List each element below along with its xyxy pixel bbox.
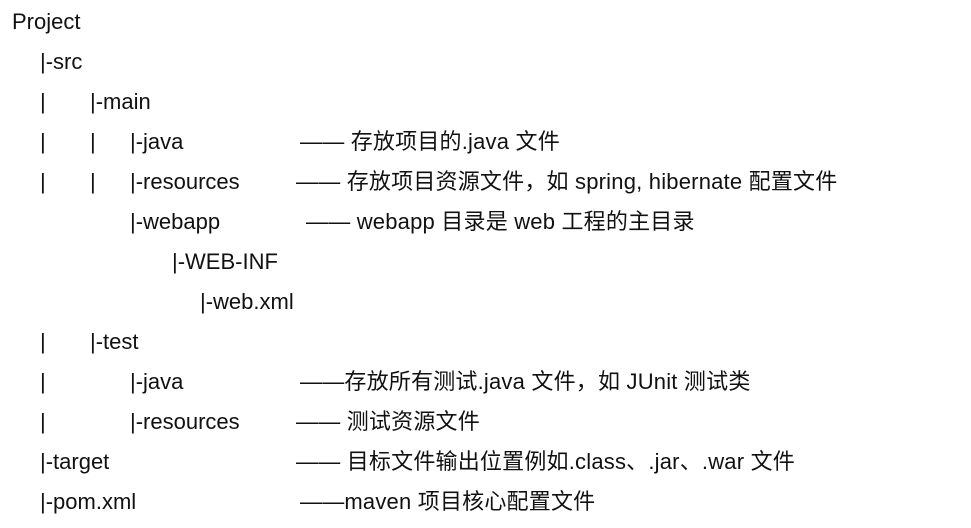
tree-row: | | |-resources —— 存放项目资源文件，如 spring, hiber… <box>0 162 971 202</box>
tree-branch-line: | <box>90 169 96 194</box>
tree-row: | | |-java —— 存放项目的.java 文件 <box>0 122 971 162</box>
tree-branch-line: | <box>40 129 46 154</box>
tree-node-label: |-pom.xml <box>40 489 137 514</box>
tree-row: | |-resources —— 测试资源文件 <box>0 402 971 442</box>
tree-row: | |-java ——存放所有测试.java 文件，如 JUnit 测试类 <box>0 362 971 402</box>
tree-row: |-web.xml <box>0 282 971 322</box>
tree-node-label: |-java <box>130 129 184 154</box>
tree-node-description: —— 存放项目资源文件，如 spring, hibernate 配置文件 <box>296 169 838 194</box>
tree-node-label: |-target <box>40 449 110 474</box>
tree-node-label: |-WEB-INF <box>172 249 278 274</box>
tree-row: | |-main <box>0 82 971 122</box>
tree-node-label: |-test <box>90 329 139 354</box>
tree-branch-line: | <box>90 129 96 154</box>
tree-node-label: |-src <box>40 49 83 74</box>
tree-node-label: |-resources <box>130 409 240 434</box>
tree-root-label: Project <box>12 9 81 34</box>
tree-node-description: ——存放所有测试.java 文件，如 JUnit 测试类 <box>300 369 751 394</box>
tree-row: | |-test <box>0 322 971 362</box>
tree-row: |-webapp —— webapp 目录是 web 工程的主目录 <box>0 202 971 242</box>
project-directory-tree: Project |-src | |-main | | |-java —— 存放项目的.java… <box>0 0 971 528</box>
tree-branch-line: | <box>40 169 46 194</box>
tree-branch-line: | <box>40 369 46 394</box>
tree-row: |-WEB-INF <box>0 242 971 282</box>
tree-node-description: —— webapp 目录是 web 工程的主目录 <box>306 209 695 234</box>
tree-node-label: |-resources <box>130 169 240 194</box>
tree-row: |-target —— 目标文件输出位置例如.class、.jar、.war 文件 <box>0 442 971 482</box>
tree-row: |-src <box>0 42 971 82</box>
tree-node-description: ——maven 项目核心配置文件 <box>300 489 596 514</box>
tree-node-description: —— 测试资源文件 <box>296 409 480 434</box>
tree-node-description: —— 存放项目的.java 文件 <box>300 129 560 154</box>
tree-node-label: |-webapp <box>130 209 221 234</box>
tree-node-label: |-java <box>130 369 184 394</box>
tree-branch-line: | <box>40 329 46 354</box>
tree-node-label: |-main <box>90 89 151 114</box>
tree-node-label: |-web.xml <box>200 289 294 314</box>
tree-node-description: —— 目标文件输出位置例如.class、.jar、.war 文件 <box>296 449 795 474</box>
tree-branch-line: | <box>40 409 46 434</box>
tree-row: |-pom.xml ——maven 项目核心配置文件 <box>0 482 971 522</box>
tree-branch-line: | <box>40 89 46 114</box>
tree-row: Project <box>0 2 971 42</box>
